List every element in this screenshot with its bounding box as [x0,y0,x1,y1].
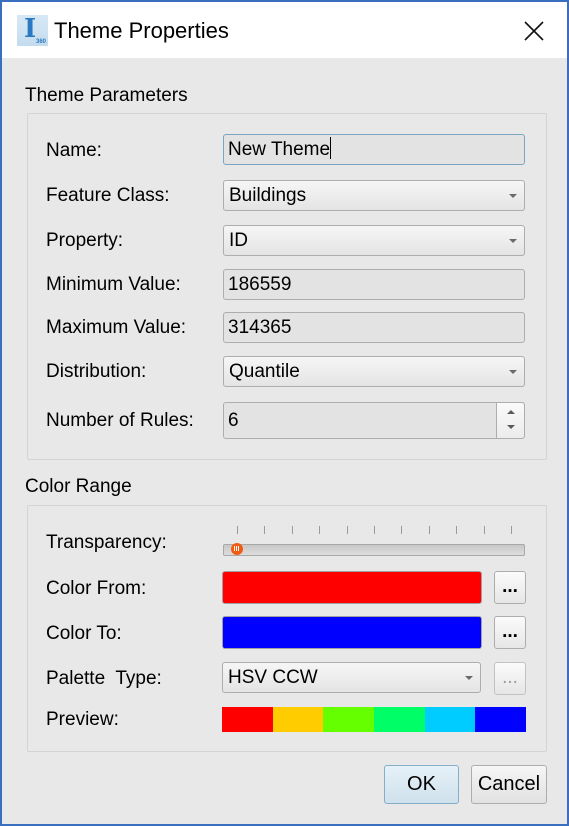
feature-class-value: Buildings [229,185,307,206]
spin-down-button[interactable] [497,420,524,437]
palette-settings-button[interactable]: ... [494,662,526,695]
number-of-rules-value: 6 [228,410,239,431]
property-select[interactable]: ID [223,225,525,256]
palette-type-select[interactable]: HSV CCW [222,662,481,693]
slider-tick [237,526,238,534]
title-bar: I 360 Theme Properties [2,2,567,58]
maximum-value-label: Maximum Value: [46,317,187,338]
preview-label: Preview: [46,709,119,730]
theme-properties-dialog: I 360 Theme Properties Theme Parameters … [0,0,569,826]
slider-tick [291,526,293,534]
preview-color-segment [323,707,375,732]
slider-tick [511,526,512,534]
spin-up-button[interactable] [497,403,524,420]
transparency-slider[interactable] [223,522,525,560]
slider-tick [483,526,485,534]
color-to-swatch[interactable] [222,616,482,649]
slider-tick [319,526,321,534]
minimum-value-field[interactable]: 186559 [223,269,525,300]
chevron-down-icon [509,370,517,374]
slider-tick [264,526,266,534]
text-caret [330,137,332,159]
preview-color-segment [374,707,425,732]
name-input[interactable]: New Theme [223,134,525,165]
preview-color-segment [222,707,273,732]
feature-class-select[interactable]: Buildings [223,180,525,211]
preview-color-segment [272,707,324,732]
ok-button[interactable]: OK [384,765,459,804]
number-of-rules-label: Number of Rules: [46,410,194,431]
preview-color-segment [475,707,527,732]
distribution-select[interactable]: Quantile [223,356,525,387]
distribution-value: Quantile [229,361,300,382]
preview-color-segment [424,707,476,732]
distribution-label: Distribution: [46,361,147,382]
feature-class-label: Feature Class: [46,185,170,206]
slider-tick [428,526,430,534]
color-to-label: Color To: [46,623,122,644]
app-logo-icon: I 360 [17,15,48,46]
close-button[interactable] [512,14,556,48]
color-to-picker-button[interactable]: ... [494,616,526,649]
chevron-down-icon [465,676,473,680]
palette-type-label: Palette Type: [46,668,162,689]
name-label: Name: [46,140,102,161]
maximum-value-field[interactable]: 314365 [223,312,525,343]
number-of-rules-spinbox[interactable]: 6 [223,402,525,439]
palette-preview [222,707,527,732]
palette-type-value: HSV CCW [228,667,318,688]
slider-thumb[interactable] [231,543,243,555]
cancel-button[interactable]: Cancel [471,765,547,804]
minimum-value-label: Minimum Value: [46,274,181,295]
slider-tick [346,526,348,534]
slider-tick [374,526,375,534]
slider-tick [401,526,403,534]
slider-track[interactable] [223,544,525,556]
slider-tick [456,526,458,534]
transparency-label: Transparency: [46,532,167,553]
color-from-swatch[interactable] [222,571,482,604]
chevron-down-icon [509,194,517,198]
property-label: Property: [46,230,124,251]
name-value: New Theme [228,139,331,160]
window-title: Theme Properties [54,18,229,43]
color-range-heading: Color Range [25,476,132,497]
property-value: ID [229,230,248,251]
chevron-down-icon [509,239,517,243]
close-icon [524,21,544,41]
app-logo-sub: 360 [35,39,46,45]
theme-parameters-heading: Theme Parameters [25,85,188,106]
color-from-picker-button[interactable]: ... [494,571,526,604]
spin-buttons [496,403,524,438]
app-logo-letter: I [24,14,37,44]
color-from-label: Color From: [46,578,147,599]
